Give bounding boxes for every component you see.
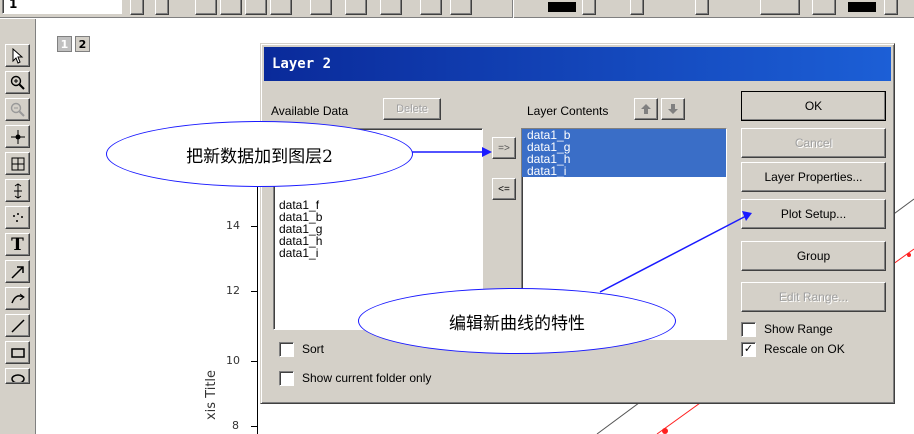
arrow-to-plot-setup: [599, 215, 747, 293]
callout-edit-curve: 编辑新曲线的特性: [358, 288, 676, 354]
annotation-arrows: [408, 147, 752, 293]
callout-add-data: 把新数据加到图层2: [106, 121, 413, 187]
